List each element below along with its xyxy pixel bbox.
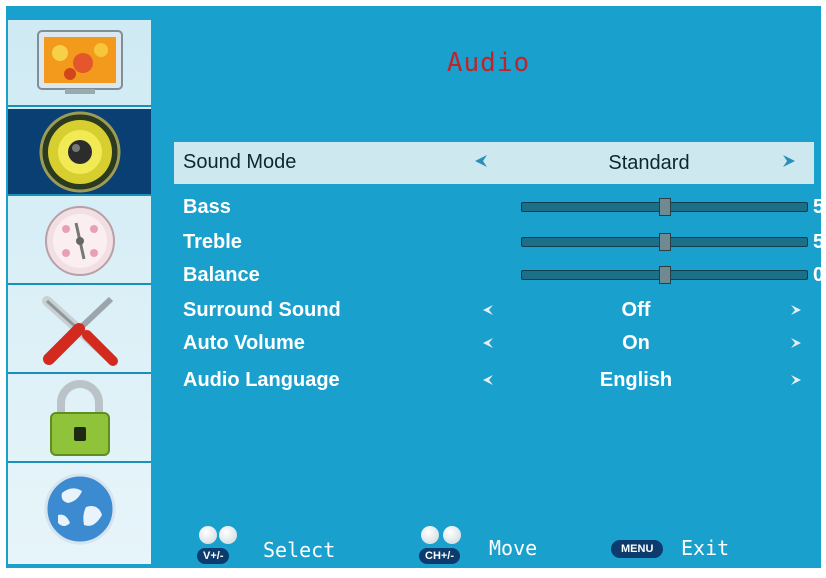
globe-icon bbox=[44, 473, 115, 544]
treble-value: 50 bbox=[813, 231, 826, 253]
arrow-right-icon[interactable] bbox=[789, 373, 803, 387]
auto-volume-value: On bbox=[622, 332, 650, 354]
sidebar-item-clock[interactable] bbox=[8, 198, 151, 285]
move-hint: Move bbox=[489, 536, 538, 560]
audio-speaker-icon bbox=[39, 111, 120, 192]
balance-value: 0 bbox=[813, 264, 825, 286]
move-key-badge: CH+/- bbox=[419, 548, 461, 564]
sidebar-item-audio[interactable] bbox=[8, 109, 151, 196]
surround-sound-label: Surround Sound bbox=[183, 299, 341, 321]
arrow-left-icon[interactable] bbox=[474, 154, 488, 168]
sound-mode-label: Sound Mode bbox=[183, 151, 297, 173]
sidebar-item-picture[interactable] bbox=[8, 20, 151, 107]
arrow-right-icon[interactable] bbox=[789, 303, 803, 317]
select-key-badge: V+/- bbox=[197, 548, 230, 564]
page-title: Audio bbox=[446, 48, 531, 78]
surround-sound-value: Off bbox=[621, 299, 651, 321]
treble-slider[interactable] bbox=[521, 233, 808, 251]
menu-row-balance[interactable]: Balance 0 bbox=[181, 260, 824, 290]
sound-mode-value: Standard bbox=[608, 152, 690, 174]
slider-thumb[interactable] bbox=[658, 233, 671, 251]
menu-row-auto-volume[interactable]: Auto Volume On bbox=[181, 328, 809, 358]
arrow-left-icon[interactable] bbox=[481, 336, 495, 350]
sidebar-item-globe[interactable] bbox=[8, 465, 151, 552]
auto-volume-label: Auto Volume bbox=[183, 332, 305, 354]
clock-icon bbox=[44, 205, 115, 276]
treble-label: Treble bbox=[183, 231, 242, 253]
footer-hints: V+/- Select CH+/- Move MENU Exit bbox=[151, 518, 826, 578]
down-button-icon bbox=[443, 526, 461, 544]
arrow-left-icon[interactable] bbox=[481, 303, 495, 317]
arrow-left-icon[interactable] bbox=[481, 373, 495, 387]
bass-value: 50 bbox=[813, 196, 826, 218]
audio-menu-panel: Audio Sound Mode Standard Bass 50 Treble… bbox=[151, 20, 826, 564]
sidebar-item-lock[interactable] bbox=[8, 376, 151, 463]
slider-thumb[interactable] bbox=[658, 266, 671, 284]
sidebar bbox=[8, 20, 151, 564]
tools-icon bbox=[41, 295, 118, 366]
menu-row-surround-sound[interactable]: Surround Sound Off bbox=[181, 295, 809, 325]
exit-hint: Exit bbox=[681, 536, 730, 560]
sidebar-item-setup[interactable] bbox=[8, 287, 151, 374]
left-button-icon bbox=[199, 526, 217, 544]
menu-row-bass[interactable]: Bass 50 bbox=[181, 192, 826, 222]
arrow-right-icon[interactable] bbox=[782, 154, 796, 168]
audio-language-value: English bbox=[599, 369, 673, 391]
select-hint: Select bbox=[263, 538, 336, 562]
up-button-icon bbox=[421, 526, 439, 544]
picture-icon bbox=[36, 29, 123, 94]
lock-icon bbox=[49, 379, 110, 456]
balance-slider[interactable] bbox=[521, 266, 808, 284]
menu-row-treble[interactable]: Treble 50 bbox=[181, 227, 826, 257]
menu-row-sound-mode[interactable]: Sound Mode Standard bbox=[174, 142, 814, 184]
bass-slider[interactable] bbox=[521, 198, 808, 216]
menu-key-badge: MENU bbox=[611, 540, 664, 558]
slider-thumb[interactable] bbox=[658, 198, 671, 216]
balance-label: Balance bbox=[183, 264, 260, 286]
right-button-icon bbox=[219, 526, 237, 544]
audio-language-label: Audio Language bbox=[183, 369, 340, 391]
bass-label: Bass bbox=[183, 196, 231, 218]
arrow-right-icon[interactable] bbox=[789, 336, 803, 350]
menu-row-audio-language[interactable]: Audio Language English bbox=[181, 365, 809, 395]
